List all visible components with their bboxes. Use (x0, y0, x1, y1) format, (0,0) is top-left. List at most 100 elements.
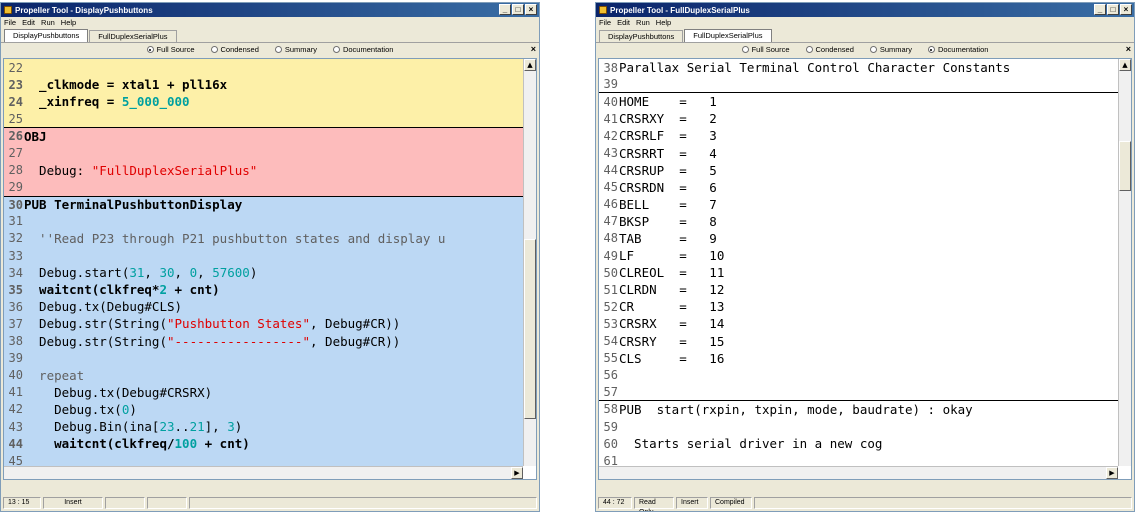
code-line[interactable]: 54 CRSRY = 15 (599, 332, 1118, 350)
radio-icon (274, 46, 282, 53)
view-condensed-radio[interactable]: Condensed (805, 45, 854, 54)
code-line[interactable]: 22 (4, 59, 523, 77)
code-line[interactable]: 42 Debug.tx(0) (4, 400, 523, 418)
minimize-button[interactable]: _ (1094, 4, 1106, 15)
code-line[interactable]: 51 CLRDN = 12 (599, 281, 1118, 299)
code-line[interactable]: 59 (599, 417, 1118, 436)
view-summary-radio[interactable]: Summary (274, 45, 317, 54)
horizontal-scrollbar[interactable]: ▶ (599, 466, 1118, 479)
code-line[interactable]: 56 (599, 366, 1118, 384)
documentation-text[interactable]: 38 Parallax Serial Terminal Control Chara… (599, 59, 1118, 466)
scroll-up-icon[interactable]: ▲ (1119, 59, 1131, 71)
code-line[interactable]: 36 Debug.tx(Debug#CLS) (4, 298, 523, 316)
minimize-button[interactable]: _ (499, 4, 511, 15)
line-text: Debug.tx(Debug#CRSRX) (24, 384, 213, 400)
code-line[interactable]: 60 Starts serial driver in a new cog (599, 435, 1118, 453)
code-line[interactable]: 32 ''Read P23 through P21 pushbutton sta… (4, 229, 523, 248)
code-line[interactable]: 34 Debug.start(31, 30, 0, 57600) (4, 264, 523, 282)
code-line[interactable]: 53 CRSRX = 14 (599, 315, 1118, 333)
code-line[interactable]: 45 (4, 452, 523, 466)
horizontal-scrollbar[interactable]: ▶ (4, 466, 523, 479)
code-editor[interactable]: 22 23 _clkmode = xtal1 + pll16x 24 _xinfre… (3, 58, 537, 480)
code-line[interactable]: 61 (599, 452, 1118, 466)
menu-run[interactable]: Run (41, 18, 55, 27)
tab-display-pushbuttons[interactable]: DisplayPushbuttons (4, 29, 89, 43)
code-line[interactable]: 23 _clkmode = xtal1 + pll16x (4, 76, 523, 94)
code-line[interactable]: 44 waitcnt(clkfreq/100 + cnt) (4, 435, 523, 453)
view-full-source-radio[interactable]: Full Source (146, 45, 195, 54)
vertical-scrollbar[interactable]: ▲ (523, 59, 536, 466)
code-line[interactable]: 47 BKSP = 8 (599, 212, 1118, 230)
tab-full-duplex-serial-plus[interactable]: FullDuplexSerialPlus (89, 30, 177, 42)
scroll-up-icon[interactable]: ▲ (524, 59, 536, 71)
line-number: 27 (8, 146, 23, 161)
scroll-right-icon[interactable]: ▶ (1106, 467, 1118, 479)
code-line[interactable]: 25 (4, 110, 523, 128)
menu-run[interactable]: Run (636, 18, 650, 27)
close-tab-icon[interactable]: × (531, 44, 536, 54)
code-line[interactable]: 30 PUB TerminalPushbuttonDisplay (4, 195, 523, 213)
code-line[interactable]: 37 Debug.str(String("Pushbutton States",… (4, 315, 523, 333)
menu-edit[interactable]: Edit (22, 18, 35, 27)
scroll-right-icon[interactable]: ▶ (511, 467, 523, 479)
code-line[interactable]: 43 CRSRRT = 4 (599, 144, 1118, 162)
menu-file[interactable]: File (599, 18, 611, 27)
code-line[interactable]: 41 CRSRXY = 2 (599, 110, 1118, 128)
code-line[interactable]: 26 OBJ (4, 127, 523, 145)
code-line[interactable]: 27 (4, 144, 523, 162)
scroll-thumb[interactable] (1119, 141, 1131, 191)
code-line[interactable]: 35 waitcnt(clkfreq*2 + cnt) (4, 281, 523, 299)
code-line[interactable]: 33 (4, 247, 523, 265)
view-full-source-radio[interactable]: Full Source (741, 45, 790, 54)
view-summary-radio[interactable]: Summary (869, 45, 912, 54)
documentation-viewer[interactable]: 38 Parallax Serial Terminal Control Chara… (598, 58, 1132, 480)
code-line[interactable]: 31 (4, 212, 523, 230)
tab-display-pushbuttons[interactable]: DisplayPushbuttons (599, 30, 684, 42)
code-line[interactable]: 42 CRSRLF = 3 (599, 127, 1118, 145)
vertical-scrollbar[interactable]: ▲ (1118, 59, 1131, 466)
title-bar[interactable]: Propeller Tool - DisplayPushbuttons _ □ … (1, 3, 539, 17)
view-condensed-radio[interactable]: Condensed (210, 45, 259, 54)
view-documentation-radio[interactable]: Documentation (927, 45, 988, 54)
code-line[interactable]: 40 HOME = 1 (599, 93, 1118, 111)
code-line[interactable]: 41 Debug.tx(Debug#CRSRX) (4, 383, 523, 401)
line-number: 40 (603, 94, 618, 109)
code-line[interactable]: 38 Parallax Serial Terminal Control Chara… (599, 59, 1118, 77)
scroll-thumb[interactable] (524, 239, 536, 419)
menu-file[interactable]: File (4, 18, 16, 27)
code-line[interactable]: 44 CRSRUP = 5 (599, 161, 1118, 179)
line-text: Debug.tx(Debug#CLS) (24, 299, 183, 315)
code-line[interactable]: 48 TAB = 9 (599, 229, 1118, 248)
menu-help[interactable]: Help (61, 18, 76, 27)
code-line[interactable]: 38 Debug.str(String("-----------------",… (4, 332, 523, 350)
code-line[interactable]: 28 Debug: "FullDuplexSerialPlus" (4, 161, 523, 179)
code-line[interactable]: 46 BELL = 7 (599, 195, 1118, 213)
close-tab-icon[interactable]: × (1126, 44, 1131, 54)
maximize-button[interactable]: □ (1107, 4, 1119, 15)
maximize-button[interactable]: □ (512, 4, 524, 15)
code-line[interactable]: 29 (4, 178, 523, 196)
code-line[interactable]: 58 PUB start(rxpin, txpin, mode, baudrate… (599, 400, 1118, 418)
code-line[interactable]: 39 (599, 76, 1118, 94)
source-code[interactable]: 22 23 _clkmode = xtal1 + pll16x 24 _xinfre… (4, 59, 523, 466)
title-bar[interactable]: Propeller Tool - FullDuplexSerialPlus _ … (596, 3, 1134, 17)
close-button[interactable]: × (1120, 4, 1132, 15)
code-line[interactable]: 49 LF = 10 (599, 247, 1118, 265)
menu-edit[interactable]: Edit (617, 18, 630, 27)
code-line[interactable]: 50 CLREOL = 11 (599, 264, 1118, 282)
view-documentation-radio[interactable]: Documentation (332, 45, 393, 54)
tab-full-duplex-serial-plus[interactable]: FullDuplexSerialPlus (684, 29, 772, 43)
line-number: 39 (8, 351, 23, 366)
view-mode-bar: Full Source Condensed Summary Documentat… (596, 42, 1134, 56)
file-tabs: DisplayPushbuttons FullDuplexSerialPlus (596, 28, 1134, 43)
code-line[interactable]: 52 CR = 13 (599, 298, 1118, 316)
code-line[interactable]: 43 Debug.Bin(ina[23..21], 3) (4, 417, 523, 436)
menu-help[interactable]: Help (656, 18, 671, 27)
code-line[interactable]: 24 _xinfreq = 5_000_000 (4, 93, 523, 111)
code-line[interactable]: 55 CLS = 16 (599, 349, 1118, 367)
code-line[interactable]: 57 (599, 383, 1118, 401)
code-line[interactable]: 40 repeat (4, 366, 523, 384)
code-line[interactable]: 45 CRSRDN = 6 (599, 178, 1118, 196)
close-button[interactable]: × (525, 4, 537, 15)
code-line[interactable]: 39 (4, 349, 523, 367)
